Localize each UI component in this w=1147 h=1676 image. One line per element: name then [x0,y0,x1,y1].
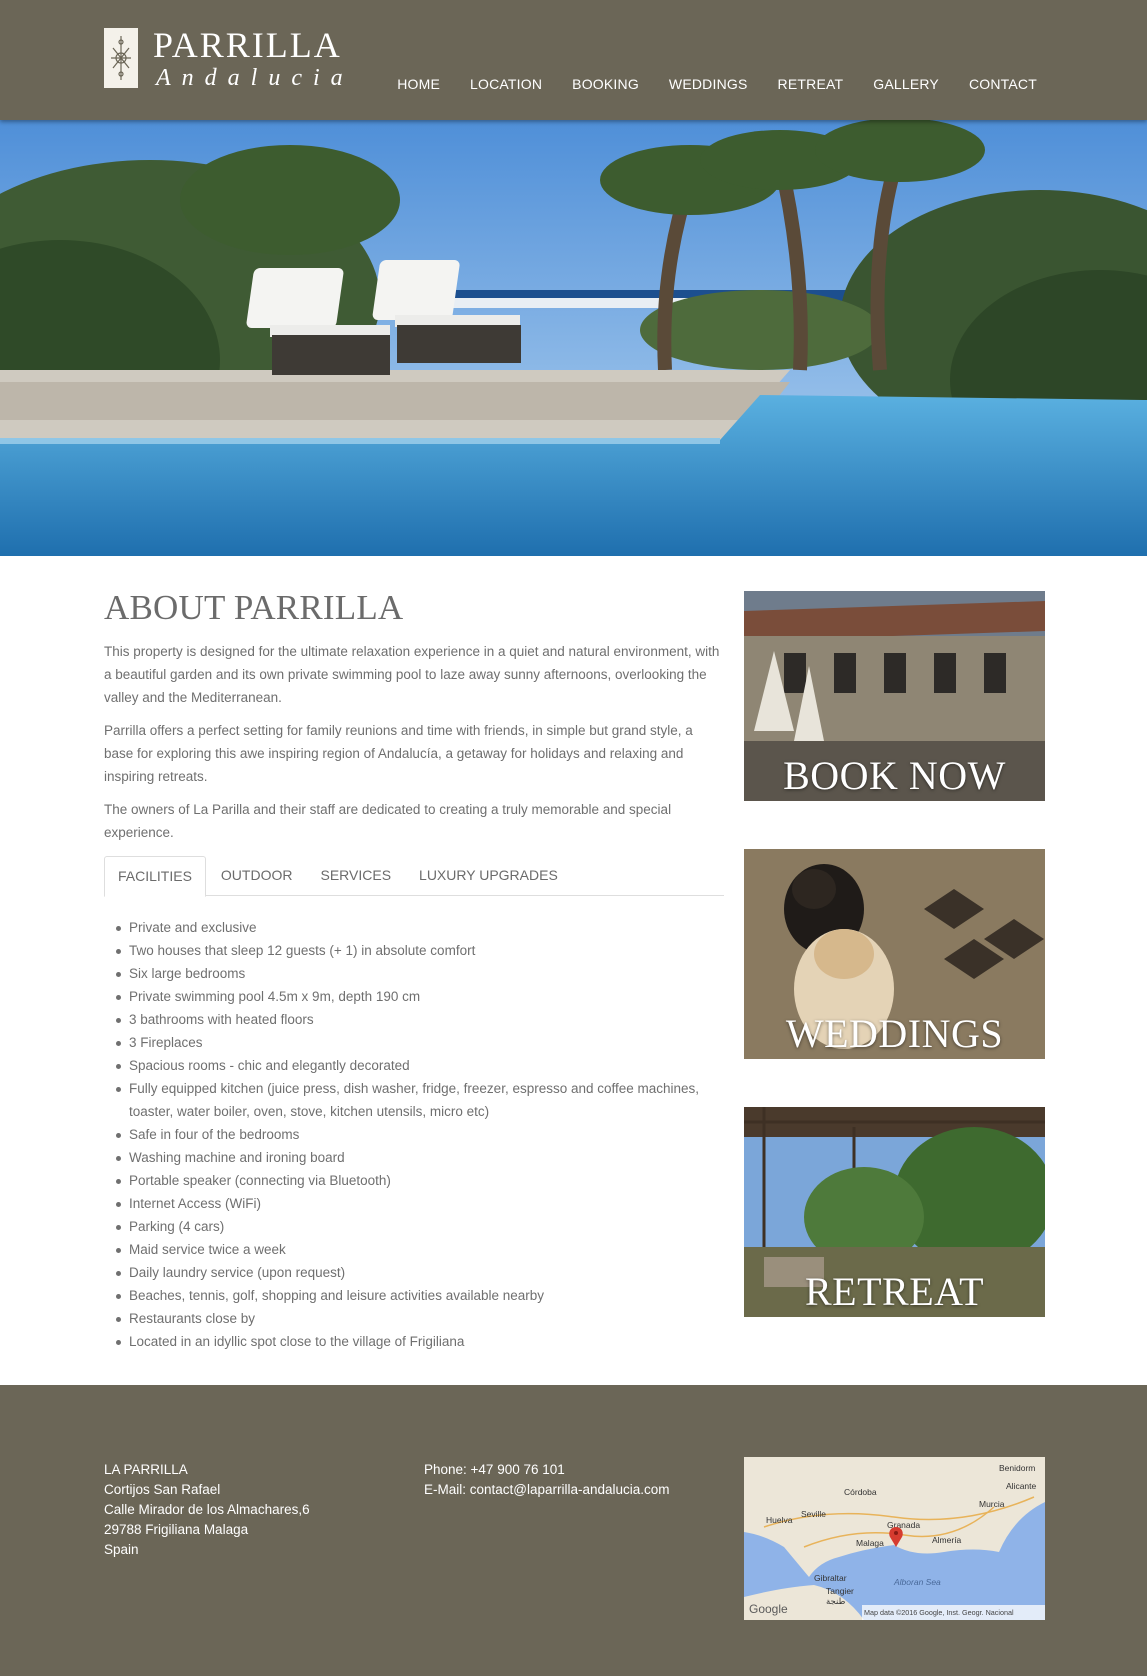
about-title: ABOUT PARRILLA [104,588,404,627]
footer-address-line: Cortijos San Rafael [104,1482,221,1497]
list-item: Safe in four of the bedrooms [116,1123,724,1146]
retreat-label[interactable]: RETREAT [744,1268,1045,1315]
logo[interactable]: PARRILLA Andalucia [104,25,354,94]
nav-location[interactable]: LOCATION [470,76,542,92]
brand-name: PARRILLA [153,25,342,65]
map-place-label: طنجة [826,1596,846,1606]
logo-emblem-icon [104,28,138,88]
about-paragraph: Parrilla offers a perfect setting for fa… [104,723,693,784]
list-item: 3 bathrooms with heated floors [116,1008,724,1031]
map-place-label: Malaga [856,1538,884,1548]
list-item: Restaurants close by [116,1307,724,1330]
brand-tagline: Andalucia [156,65,354,91]
map-place-label: Seville [801,1509,826,1519]
footer-address-line: Spain [104,1542,139,1557]
about-section: ABOUT PARRILLA This property is designed… [104,586,724,1353]
book-now-label[interactable]: BOOK NOW [744,752,1045,799]
nav-weddings[interactable]: WEDDINGS [669,76,748,92]
main-nav: HOME LOCATION BOOKING WEDDINGS RETREAT G… [397,76,1037,92]
list-item: Internet Access (WiFi) [116,1192,724,1215]
tab-services[interactable]: SERVICES [307,856,404,895]
map-place-label: Gibraltar [814,1573,847,1583]
retreat-promo[interactable]: RETREAT [744,1107,1045,1317]
list-item: Two houses that sleep 12 guests (+ 1) in… [116,939,724,962]
about-paragraph: This property is designed for the ultima… [104,644,720,705]
map-google-logo: Google [749,1602,788,1616]
hero-pool-image [0,120,1147,556]
nav-retreat[interactable]: RETREAT [778,76,844,92]
map-place-label: Alicante [1006,1481,1037,1491]
facility-tabs: FACILITIES OUTDOOR SERVICES LUXURY UPGRA… [104,856,724,897]
weddings-promo[interactable]: WEDDINGS [744,849,1045,1059]
map-place-label: Huelva [766,1515,793,1525]
tab-facilities[interactable]: FACILITIES [104,856,206,897]
footer-address: LA PARRILLA Cortijos San Rafael Calle Mi… [104,1460,310,1560]
footer-email[interactable]: E-Mail: contact@laparrilla-andalucia.com [424,1480,670,1500]
nav-booking[interactable]: BOOKING [572,76,639,92]
list-item: Spacious rooms - chic and elegantly deco… [116,1054,724,1077]
list-item: Located in an idyllic spot close to the … [116,1330,724,1353]
site-footer: LA PARRILLA Cortijos San Rafael Calle Mi… [0,1385,1147,1676]
tab-luxury-upgrades[interactable]: LUXURY UPGRADES [406,856,571,895]
footer-address-line: 29788 Frigiliana Malaga [104,1522,249,1537]
map-place-label: Córdoba [844,1487,877,1497]
location-map[interactable]: Benidorm Alicante Córdoba Murcia Seville… [744,1457,1045,1620]
list-item: Daily laundry service (upon request) [116,1261,724,1284]
map-sea-label: Alboran Sea [893,1577,941,1587]
map-place-label: Benidorm [999,1463,1035,1473]
tab-outdoor[interactable]: OUTDOOR [208,856,306,895]
list-item: Washing machine and ironing board [116,1146,724,1169]
list-item: Portable speaker (connecting via Bluetoo… [116,1169,724,1192]
nav-home[interactable]: HOME [397,76,440,92]
list-item: 3 Fireplaces [116,1031,724,1054]
list-item: Parking (4 cars) [116,1215,724,1238]
map-place-label: Murcia [979,1499,1005,1509]
list-item: Fully equipped kitchen (juice press, dis… [116,1077,724,1123]
map-place-label: Tangier [826,1586,854,1596]
list-item: Six large bedrooms [116,962,724,985]
weddings-label[interactable]: WEDDINGS [744,1010,1045,1057]
map-attribution: Map data ©2016 Google, Inst. Geogr. Naci… [864,1608,1014,1617]
map-place-label: Almería [932,1535,962,1545]
about-paragraph: The owners of La Parilla and their staff… [104,802,672,840]
list-item: Beaches, tennis, golf, shopping and leis… [116,1284,724,1307]
list-item: Private and exclusive [116,916,724,939]
nav-gallery[interactable]: GALLERY [873,76,939,92]
book-now-promo[interactable]: BOOK NOW [744,591,1045,801]
list-item: Private swimming pool 4.5m x 9m, depth 1… [116,985,724,1008]
footer-phone[interactable]: Phone: +47 900 76 101 [424,1460,670,1480]
footer-company: LA PARRILLA [104,1462,188,1477]
list-item: Maid service twice a week [116,1238,724,1261]
site-header: PARRILLA Andalucia HOME LOCATION BOOKING… [0,0,1147,120]
nav-contact[interactable]: CONTACT [969,76,1037,92]
facilities-list: Private and exclusive Two houses that sl… [104,916,724,1353]
footer-contact: Phone: +47 900 76 101 E-Mail: contact@la… [424,1460,670,1500]
footer-address-line: Calle Mirador de los Almachares,6 [104,1502,310,1517]
